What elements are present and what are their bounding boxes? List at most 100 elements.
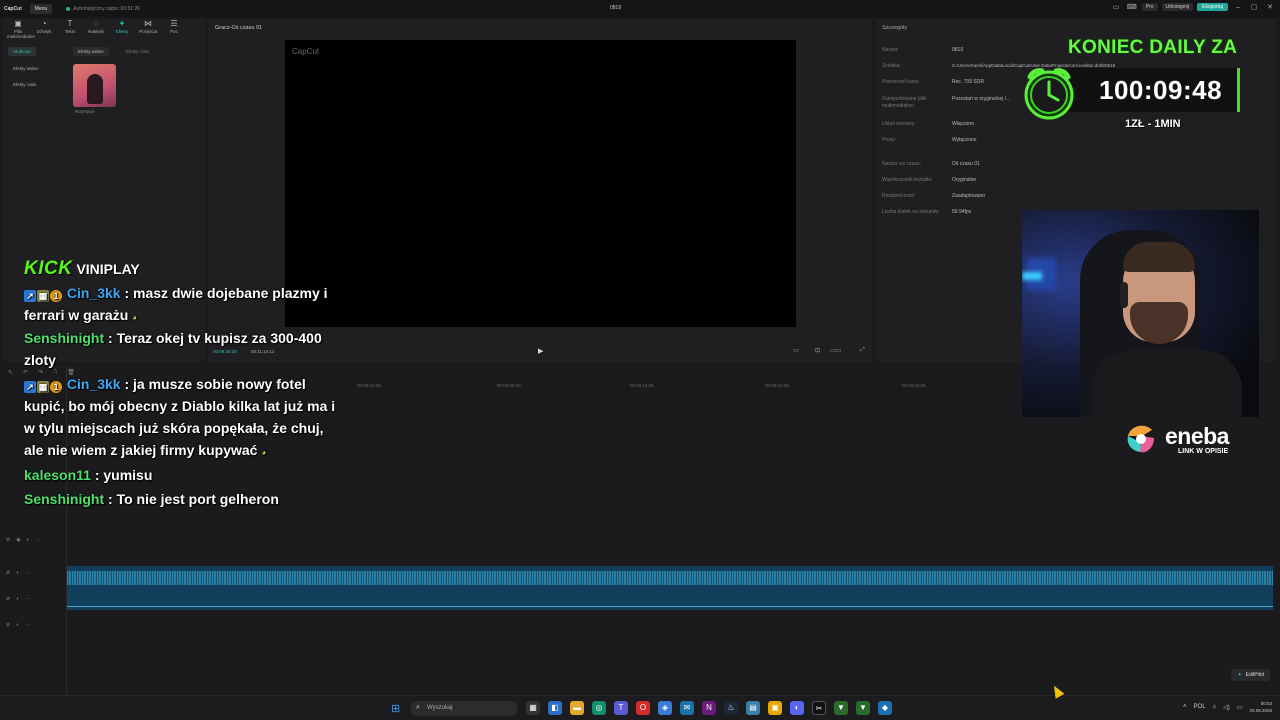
eneba-subtitle: LINK W OPISIE xyxy=(1178,448,1229,455)
volume-line[interactable] xyxy=(67,606,1273,607)
text-icon: T xyxy=(67,19,73,28)
tool-text[interactable]: T Tekst xyxy=(59,19,81,39)
audio-toggle-icon[interactable]: ◐ xyxy=(27,537,30,543)
taskbar-clock[interactable]: 00:53 20.08.2026 xyxy=(1249,700,1272,714)
editpilot-icon: ✦ xyxy=(1237,672,1242,678)
edge-icon[interactable]: ◎ xyxy=(592,701,606,715)
select-icon[interactable]: ↖ xyxy=(8,369,13,376)
fit-icon[interactable]: ⊡ xyxy=(815,347,820,354)
subtab-video-effects[interactable]: Efekty wideo xyxy=(73,47,109,56)
task-view-icon[interactable]: ▦ xyxy=(526,701,540,715)
file-explorer-icon[interactable]: ▬ xyxy=(570,701,584,715)
battery-icon[interactable]: ▭ xyxy=(1237,704,1243,711)
editpilot-button[interactable]: ✦ EditPilot xyxy=(1231,669,1270,681)
app3-icon[interactable]: ▼ xyxy=(834,701,848,715)
category-video-effects[interactable]: Efekty wideo xyxy=(8,64,44,73)
more-icon[interactable]: ⋯ xyxy=(25,570,30,576)
more-icon[interactable]: ⋯ xyxy=(25,596,30,602)
teams-icon[interactable]: T xyxy=(614,701,628,715)
close-icon[interactable]: ✕ xyxy=(1264,3,1276,11)
chat-text: zloty xyxy=(24,352,56,368)
lock-icon[interactable]: ⊘ xyxy=(6,537,10,543)
chat-text: : masz dwie dojebane plazmy i xyxy=(124,285,328,301)
chat-username: Senshinight xyxy=(24,491,105,507)
taskbar-apps: ▦ ◧ ▬ ◎ T O ◈ ✉ N ♨ ▤ ▣ ◐ ✂ ▼ ▼ ◆ xyxy=(526,701,892,715)
menu-button[interactable]: Menu xyxy=(29,3,53,14)
tool-more[interactable]: ☰ Poc xyxy=(163,19,185,39)
detail-value: Oryginalne xyxy=(952,177,977,183)
tool-label: Efekty xyxy=(115,29,129,34)
app4-icon[interactable]: ▼ xyxy=(856,701,870,715)
app5-icon[interactable]: ◆ xyxy=(878,701,892,715)
maximize-icon[interactable]: ▢ xyxy=(1248,3,1260,11)
timer-value: 100:09:48 xyxy=(1099,75,1223,105)
details-title: Szczegóły xyxy=(882,25,908,31)
notepad-icon[interactable]: ▤ xyxy=(746,701,760,715)
category-body-effects[interactable]: Efekty ciała xyxy=(8,80,41,89)
lock-icon[interactable]: ⊘ xyxy=(6,622,10,628)
widgets-icon[interactable]: ◧ xyxy=(548,701,562,715)
mail-icon[interactable]: ✉ xyxy=(680,701,694,715)
lock-icon[interactable]: ⊘ xyxy=(6,596,10,602)
minimize-icon[interactable]: – xyxy=(1232,4,1244,11)
badge-icon: ↗ xyxy=(24,290,36,302)
category-favorites[interactable]: Ulubione xyxy=(8,47,36,56)
subtab-body-effects[interactable]: Efekty ciała xyxy=(121,47,154,56)
opera-icon[interactable]: O xyxy=(636,701,650,715)
network-icon[interactable]: ⌂ xyxy=(1213,704,1217,710)
chat-username: Cin_3kk xyxy=(66,285,121,301)
badge-icon: ↗ xyxy=(24,381,36,393)
channel-name: VINIPLAY xyxy=(76,261,140,277)
capcut-taskbar-icon[interactable]: ✂ xyxy=(812,701,826,715)
tool-media[interactable]: ▣ Pliki multimedialne xyxy=(7,19,35,39)
media-app-icon[interactable]: N xyxy=(702,701,716,715)
taskbar-search[interactable]: ⌕ Wyszukaj xyxy=(410,701,518,716)
clock-time: 00:53 xyxy=(1260,701,1272,706)
emote-icon: ◕ xyxy=(132,313,137,322)
tray-chevron-icon[interactable]: ˄ xyxy=(1183,704,1187,710)
chat-message: Senshinight : To nie jest port gelheron xyxy=(24,488,344,510)
audio-toggle-icon[interactable]: ◐ xyxy=(16,622,19,628)
language-indicator[interactable]: POL xyxy=(1194,704,1206,710)
chat-message: ↗ ▦ 1 Cin_3kk : masz dwie dojebane plazmy … xyxy=(24,282,344,329)
tool-stickers[interactable]: ◌ Naklejki xyxy=(85,19,107,39)
pro-button[interactable]: Pro xyxy=(1141,3,1158,11)
steam-icon[interactable]: ♨ xyxy=(724,701,738,715)
preview-canvas[interactable]: CapCut xyxy=(285,40,796,327)
audio-clip[interactable] xyxy=(67,566,1273,610)
quality-icon[interactable]: ▭▭ xyxy=(830,347,841,354)
effect-thumbnail[interactable] xyxy=(73,64,116,107)
chat-text: kupić, bo mój obecny z Diablo kilka lat … xyxy=(24,398,336,414)
track-controls: ⊘ ◐ ⋯ xyxy=(6,570,30,576)
tool-transitions[interactable]: ⋈ Przejścia xyxy=(137,19,159,39)
more-icon[interactable]: ⋯ xyxy=(25,622,30,628)
play-icon[interactable]: ▶ xyxy=(538,347,543,355)
export-button[interactable]: Eksportuj xyxy=(1197,3,1228,11)
shortcut-icon[interactable]: ⌨ xyxy=(1126,3,1138,11)
chat-message: ↗ ▦ 1 Cin_3kk : ja musze sobie nowy fotel … xyxy=(24,373,344,464)
share-button[interactable]: Udostępnij xyxy=(1161,3,1194,11)
layout-icon[interactable]: ▭ xyxy=(1110,3,1122,11)
kick-logo: KICK xyxy=(24,258,73,279)
effect-thumbnail-label: Rozmycie xyxy=(75,109,95,114)
media-icon: ▣ xyxy=(14,19,22,28)
app-icon[interactable]: ◈ xyxy=(658,701,672,715)
lock-icon[interactable]: ⊘ xyxy=(6,570,10,576)
chat-text: ferrari w garażu xyxy=(24,307,129,323)
audio-toggle-icon[interactable]: ◐ xyxy=(16,570,19,576)
ratio-icon[interactable]: ▭ xyxy=(793,347,799,354)
stream-chat-overlay: KICK VINIPLAY ↗ ▦ 1 Cin_3kk : masz dwie do… xyxy=(24,258,344,507)
autosave-dot-icon xyxy=(66,6,71,11)
volume-icon[interactable]: ◁) xyxy=(1223,704,1230,711)
app2-icon[interactable]: ▣ xyxy=(768,701,782,715)
tool-audio[interactable]: ◔ Dźwięk xyxy=(33,19,55,39)
discord-icon[interactable]: ◐ xyxy=(790,701,804,715)
tool-effects[interactable]: ✦ Efekty xyxy=(111,19,133,39)
fullscreen-icon[interactable]: ⤢ xyxy=(860,347,865,354)
eye-icon[interactable]: ◉ xyxy=(16,537,20,543)
title-bar: CapCut Menu Automatyczny zapis: 00:51:26… xyxy=(0,0,1280,17)
windows-start-icon[interactable]: ⊞ xyxy=(391,702,400,715)
audio-toggle-icon[interactable]: ◐ xyxy=(16,596,19,602)
emote-icon: ◕ xyxy=(261,448,267,457)
more-icon[interactable]: ⋯ xyxy=(36,537,41,543)
